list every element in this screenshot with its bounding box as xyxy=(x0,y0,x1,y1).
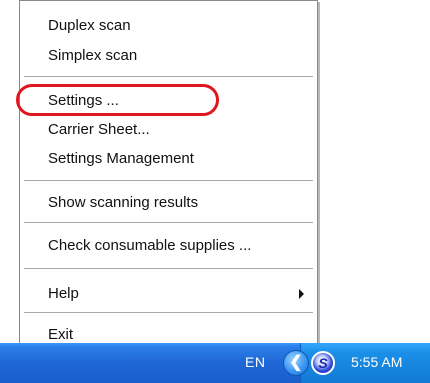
menu-separator xyxy=(24,76,313,77)
clock[interactable]: 5:55 AM xyxy=(351,354,402,370)
language-indicator[interactable]: EN xyxy=(245,354,265,370)
menu-separator xyxy=(24,268,313,269)
menu-item-check-consumable-supplies[interactable]: Check consumable supplies ... xyxy=(48,237,251,255)
menu-item-duplex-scan[interactable]: Duplex scan xyxy=(48,17,131,35)
menu-item-show-scanning-results[interactable]: Show scanning results xyxy=(48,194,198,212)
submenu-arrow-icon xyxy=(299,289,304,299)
context-menu: Duplex scan Simplex scan Settings ... Ca… xyxy=(19,0,318,360)
scanner-tray-icon[interactable]: S xyxy=(311,351,335,375)
menu-item-carrier-sheet[interactable]: Carrier Sheet... xyxy=(48,121,150,139)
menu-separator xyxy=(24,312,313,313)
menu-separator xyxy=(24,180,313,181)
menu-item-simplex-scan[interactable]: Simplex scan xyxy=(48,47,137,65)
menu-item-exit[interactable]: Exit xyxy=(48,326,73,344)
taskbar: EN ❮ S 5:55 AM xyxy=(0,343,430,383)
menu-item-settings-management[interactable]: Settings Management xyxy=(48,150,194,168)
menu-item-help[interactable]: Help xyxy=(48,285,79,303)
settings-highlight-circle xyxy=(16,84,219,116)
menu-separator xyxy=(24,222,313,223)
show-hidden-icons-chevron-icon[interactable]: ❮ xyxy=(283,350,309,376)
